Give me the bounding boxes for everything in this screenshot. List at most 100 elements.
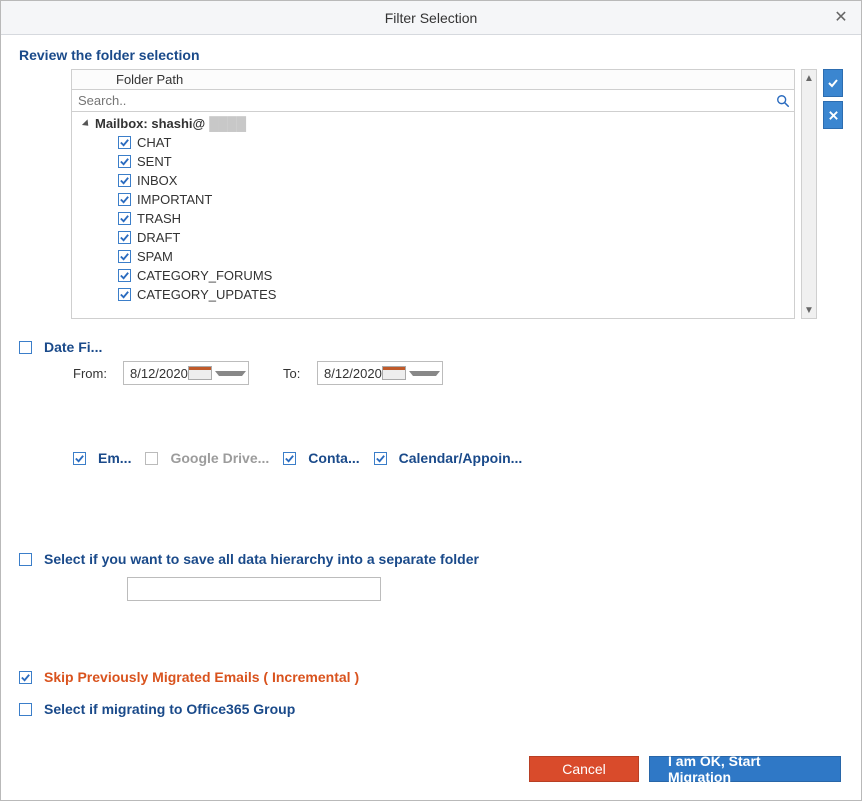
tree-item-checkbox[interactable] — [118, 212, 131, 225]
dialog-footer: Cancel I am OK, Start Migration — [529, 756, 841, 782]
type-contacts-label: Conta... — [308, 450, 359, 466]
o365-checkbox[interactable] — [19, 703, 32, 716]
check-icon — [119, 289, 130, 300]
folder-panel: Folder Path Mailbox: shashi@ ████ CHAT SE… — [71, 69, 795, 319]
check-icon — [119, 213, 130, 224]
check-icon — [375, 453, 386, 464]
chevron-down-icon[interactable] — [215, 371, 246, 376]
tree-item-checkbox[interactable] — [118, 136, 131, 149]
tree-root-label: Mailbox: shashi@ — [95, 116, 205, 131]
tree-item-checkbox[interactable] — [118, 250, 131, 263]
scroll-down-icon[interactable]: ▼ — [802, 302, 816, 318]
from-date-value: 8/12/2020 — [130, 366, 188, 381]
folder-tree[interactable]: Mailbox: shashi@ ████ CHAT SENT INBOX IMPOR… — [72, 112, 794, 318]
tree-item[interactable]: IMPORTANT — [72, 190, 794, 209]
date-range-row: From: 8/12/2020 To: 8/12/2020 — [73, 361, 843, 385]
check-icon — [827, 77, 839, 89]
close-button[interactable]: ✕ — [831, 7, 851, 27]
check-icon — [119, 270, 130, 281]
tree-item-label: CATEGORY_FORUMS — [137, 268, 272, 283]
skip-checkbox[interactable] — [19, 671, 32, 684]
to-date-input[interactable]: 8/12/2020 — [317, 361, 443, 385]
date-filter-label: Date Fi... — [44, 339, 102, 355]
date-filter-checkbox[interactable] — [19, 341, 32, 354]
tree-item-label: DRAFT — [137, 230, 180, 245]
tree-item-checkbox[interactable] — [118, 269, 131, 282]
type-email-checkbox[interactable] — [73, 452, 86, 465]
to-date-value: 8/12/2020 — [324, 366, 382, 381]
tree-item-label: CATEGORY_UPDATES — [137, 287, 276, 302]
calendar-icon[interactable] — [188, 366, 213, 380]
section-heading: Review the folder selection — [19, 47, 843, 63]
scroll-up-icon[interactable]: ▲ — [802, 70, 816, 86]
tree-root[interactable]: Mailbox: shashi@ ████ — [72, 114, 794, 133]
tree-item[interactable]: SPAM — [72, 247, 794, 266]
dialog-body: Review the folder selection Folder Path … — [1, 35, 861, 735]
folder-search-input[interactable] — [72, 91, 772, 110]
save-hierarchy-block: Select if you want to save all data hier… — [19, 551, 843, 601]
check-icon — [119, 137, 130, 148]
folder-column-header-label: Folder Path — [72, 72, 183, 87]
tree-item[interactable]: INBOX — [72, 171, 794, 190]
cancel-button[interactable]: Cancel — [529, 756, 639, 782]
folder-column-header[interactable]: Folder Path — [72, 70, 794, 90]
from-label: From: — [73, 366, 113, 381]
skip-label: Skip Previously Migrated Emails ( Increm… — [44, 669, 359, 685]
tree-item-checkbox[interactable] — [118, 193, 131, 206]
folder-bulk-buttons — [823, 69, 843, 319]
skip-row: Skip Previously Migrated Emails ( Increm… — [19, 669, 843, 685]
check-icon — [119, 156, 130, 167]
tree-item-label: INBOX — [137, 173, 177, 188]
tree-item-label: TRASH — [137, 211, 181, 226]
tree-item[interactable]: CHAT — [72, 133, 794, 152]
o365-label: Select if migrating to Office365 Group — [44, 701, 295, 717]
date-filter-block: Date Fi... From: 8/12/2020 To: 8/12/2020 — [19, 339, 843, 385]
tree-item[interactable]: TRASH — [72, 209, 794, 228]
save-hierarchy-checkbox[interactable] — [19, 553, 32, 566]
type-calendar-checkbox[interactable] — [374, 452, 387, 465]
tree-item-checkbox[interactable] — [118, 155, 131, 168]
save-hierarchy-row: Select if you want to save all data hier… — [19, 551, 843, 567]
tree-root-domain-redacted: ████ — [209, 116, 246, 131]
type-gdrive-label: Google Drive... — [170, 450, 269, 466]
select-all-button[interactable] — [823, 69, 843, 97]
item-types-row: Em... Google Drive... Conta... Calendar/… — [73, 450, 843, 466]
start-migration-button-label: I am OK, Start Migration — [668, 753, 822, 785]
tree-item-label: IMPORTANT — [137, 192, 212, 207]
hierarchy-folder-input[interactable] — [127, 577, 381, 601]
check-icon — [119, 232, 130, 243]
window-title: Filter Selection — [385, 10, 478, 26]
type-gdrive: Google Drive... — [145, 450, 269, 466]
tree-collapse-icon[interactable] — [82, 119, 91, 128]
skip-block: Skip Previously Migrated Emails ( Increm… — [19, 669, 843, 685]
start-migration-button[interactable]: I am OK, Start Migration — [649, 756, 841, 782]
check-icon — [284, 453, 295, 464]
type-contacts-checkbox[interactable] — [283, 452, 296, 465]
deselect-all-button[interactable] — [823, 101, 843, 129]
chevron-down-icon[interactable] — [409, 371, 440, 376]
tree-item-label: SPAM — [137, 249, 173, 264]
type-email: Em... — [73, 450, 131, 466]
type-calendar: Calendar/Appoin... — [374, 450, 523, 466]
tree-item[interactable]: DRAFT — [72, 228, 794, 247]
folder-scrollbar[interactable]: ▲ ▼ — [801, 69, 817, 319]
search-icon[interactable] — [772, 94, 794, 108]
check-icon — [119, 194, 130, 205]
tree-item[interactable]: CATEGORY_UPDATES — [72, 285, 794, 304]
x-icon — [828, 110, 839, 121]
check-icon — [74, 453, 85, 464]
tree-item-checkbox[interactable] — [118, 231, 131, 244]
from-date-input[interactable]: 8/12/2020 — [123, 361, 249, 385]
type-gdrive-checkbox — [145, 452, 158, 465]
date-filter-check-row: Date Fi... — [19, 339, 843, 355]
tree-item-label: SENT — [137, 154, 172, 169]
to-label: To: — [283, 366, 307, 381]
tree-item-label: CHAT — [137, 135, 171, 150]
tree-item[interactable]: SENT — [72, 152, 794, 171]
tree-item-checkbox[interactable] — [118, 288, 131, 301]
calendar-icon[interactable] — [382, 366, 407, 380]
tree-item-checkbox[interactable] — [118, 174, 131, 187]
folder-search-row — [72, 90, 794, 112]
o365-row: Select if migrating to Office365 Group — [19, 701, 843, 717]
tree-item[interactable]: CATEGORY_FORUMS — [72, 266, 794, 285]
